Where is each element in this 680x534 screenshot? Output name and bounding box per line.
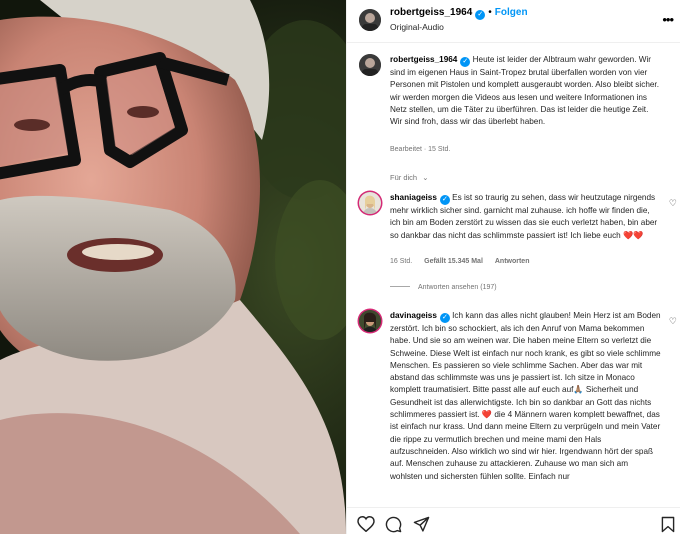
comment-meta: 16 Std. Gefällt 15.345 Mal Antworten (390, 258, 539, 265)
verified-badge-icon: ✓ (475, 10, 486, 20)
verified-badge-icon: ✓ (439, 195, 450, 205)
share-icon[interactable] (413, 516, 430, 533)
bookmark-icon[interactable] (661, 516, 675, 533)
verified-badge-icon: ✓ (460, 57, 471, 67)
author-username[interactable]: robertgeiss_1964 (390, 7, 472, 18)
video-frame-illustration (0, 0, 346, 534)
caption-edited-meta: Bearbeitet · 15 Std. (390, 146, 451, 153)
heart-icon[interactable] (357, 516, 375, 532)
comment-username[interactable]: shaniageiss (390, 193, 437, 202)
comment-username[interactable]: davinageiss (390, 311, 437, 320)
post-actions-bar (347, 507, 680, 534)
follow-button[interactable]: Folgen (495, 7, 528, 18)
like-comment-heart-icon[interactable]: ♡ (669, 316, 677, 327)
caption-author-avatar[interactable] (359, 54, 381, 76)
post-header: robertgeiss_1964 ✓ • Folgen Original-Audio … (347, 0, 680, 43)
comments-scroll-area[interactable]: robertgeiss_1964 ✓ Heute ist leider der A… (347, 44, 680, 506)
post-details-panel: robertgeiss_1964 ✓ • Folgen Original-Audio … (346, 0, 680, 534)
view-replies-button[interactable]: Antworten ansehen (197) (390, 284, 497, 291)
verified-badge-icon: ✓ (439, 313, 450, 323)
comment-icon[interactable] (385, 516, 402, 533)
sort-label: Für dich (390, 173, 418, 182)
caption-text: Heute ist leider der Albtraum wahr gewor… (390, 55, 659, 127)
comment-text: Ich kann das alles nicht glauben! Mein H… (390, 311, 661, 481)
chevron-down-icon: ⌄ (422, 173, 429, 182)
commenter-avatar[interactable] (359, 310, 381, 332)
view-replies-label: Antworten ansehen (197) (418, 284, 497, 291)
more-options-icon[interactable]: ••• (662, 12, 674, 27)
sort-comments-dropdown[interactable]: Für dich ⌄ (390, 173, 428, 182)
author-avatar[interactable] (359, 9, 381, 31)
post-media-video[interactable] (0, 0, 346, 534)
comment-like-count[interactable]: Gefällt 15.345 Mal (424, 258, 483, 265)
header-separator: • (488, 7, 492, 18)
like-comment-heart-icon[interactable]: ♡ (669, 198, 677, 209)
heart-emoji: ❤️❤️ (623, 230, 644, 240)
comment-time: 16 Std. (390, 258, 413, 265)
reply-button[interactable]: Antworten (495, 258, 530, 265)
audio-label[interactable]: Original-Audio (390, 22, 444, 32)
replies-divider (390, 286, 410, 287)
commenter-avatar[interactable] (359, 192, 381, 214)
caption-username[interactable]: robertgeiss_1964 (390, 55, 457, 64)
